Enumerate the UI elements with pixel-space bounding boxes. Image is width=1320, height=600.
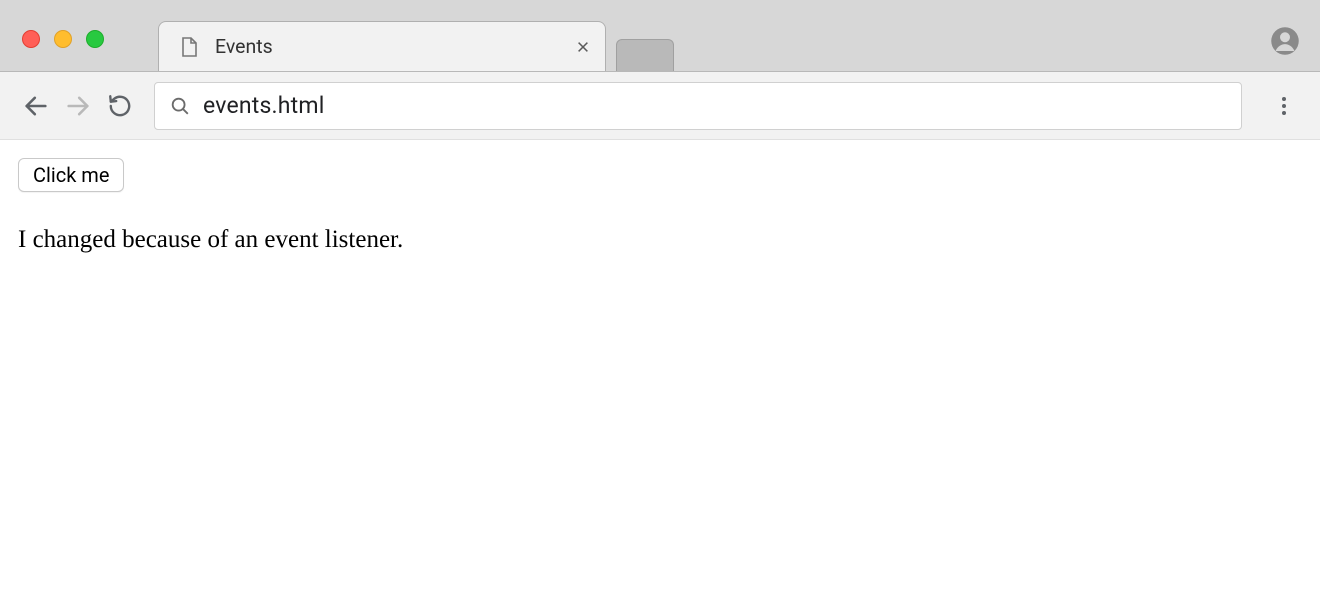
- file-icon: [177, 35, 201, 59]
- close-tab-icon[interactable]: [573, 37, 593, 57]
- browser-toolbar: events.html: [0, 72, 1320, 140]
- browser-tab-active[interactable]: Events: [158, 21, 606, 71]
- url-text: events.html: [203, 92, 325, 119]
- menu-button[interactable]: [1266, 88, 1302, 124]
- minimize-window-button[interactable]: [54, 30, 72, 48]
- window-controls: [22, 30, 104, 48]
- tab-title: Events: [215, 35, 573, 58]
- address-bar[interactable]: events.html: [154, 82, 1242, 130]
- browser-tabstrip: Events: [0, 0, 1320, 72]
- search-icon: [169, 95, 191, 117]
- maximize-window-button[interactable]: [86, 30, 104, 48]
- close-window-button[interactable]: [22, 30, 40, 48]
- back-button[interactable]: [18, 88, 54, 124]
- tab-bar: Events: [158, 21, 674, 71]
- click-me-button[interactable]: Click me: [18, 158, 124, 192]
- profile-avatar-icon[interactable]: [1270, 26, 1300, 56]
- page-content: Click me I changed because of an event l…: [0, 140, 1320, 272]
- result-paragraph: I changed because of an event listener.: [18, 226, 1302, 254]
- forward-button[interactable]: [60, 88, 96, 124]
- reload-button[interactable]: [102, 88, 138, 124]
- new-tab-button[interactable]: [616, 39, 674, 71]
